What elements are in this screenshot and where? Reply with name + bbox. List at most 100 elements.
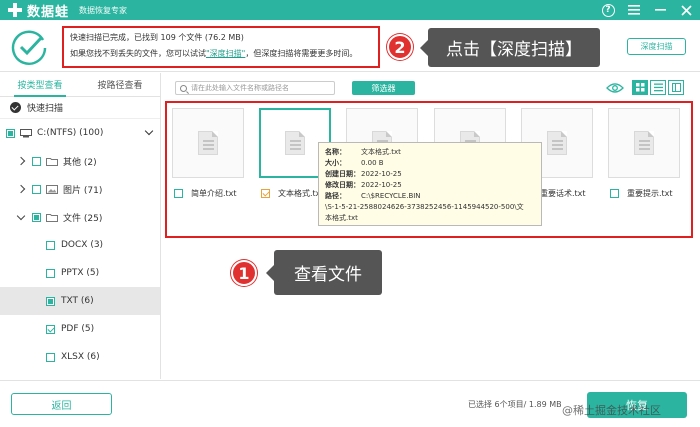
minimize-icon[interactable] — [652, 2, 668, 18]
drive-icon — [20, 128, 32, 137]
documents-checkbox[interactable] — [32, 212, 41, 222]
scan-summary-box: 快速扫描已完成，已找到 109 个文件 (76.2 MB) 如果您找不到丢失的文… — [62, 26, 380, 68]
xlsx-checkbox[interactable] — [46, 352, 55, 362]
tree-item-pptx[interactable]: PPTX (5) — [0, 259, 160, 287]
file-thumbnail[interactable] — [608, 108, 680, 178]
annotation-badge-1: 1 — [231, 260, 257, 286]
tree-item-images[interactable]: 图片 (71) — [0, 175, 160, 203]
file-name: 简单介绍.txt — [191, 189, 237, 198]
tree-item-label: PDF (5) — [61, 324, 95, 334]
tree-item-label: XLSX (6) — [61, 352, 100, 362]
tree-item-label: DOCX (3) — [61, 240, 104, 250]
tree-item-c-drive[interactable]: C:(NTFS) (100) — [0, 119, 160, 147]
back-button[interactable]: 返回 — [11, 393, 112, 415]
annotation-badge-2: 2 — [387, 34, 413, 60]
app-subtitle: 数据恢复专家 — [79, 5, 128, 15]
help-icon[interactable]: ? — [600, 2, 616, 18]
file-checkbox[interactable] — [174, 189, 183, 198]
text-file-icon — [634, 131, 654, 155]
tree-item-label: C:(NTFS) (100) — [37, 128, 104, 138]
tooltip-path-line2: \S-1-5-21-2588024626-3738252456-11459445… — [325, 203, 524, 211]
tooltip-created-key: 创建日期： — [325, 170, 360, 178]
app-logo-icon — [8, 3, 22, 17]
grid-view-icon — [635, 83, 644, 92]
menu-icon[interactable] — [626, 2, 642, 18]
other-checkbox[interactable] — [32, 156, 41, 166]
annotation-callout-deep-scan: 点击【深度扫描】 — [420, 28, 600, 67]
file-name: 重要提示.txt — [627, 189, 673, 198]
tooltip-created-value: 2022-10-25 — [361, 170, 402, 178]
tree-item-label: 图片 (71) — [63, 185, 103, 196]
filter-button[interactable]: 筛选器 — [352, 81, 415, 95]
pdf-checkbox[interactable] — [46, 324, 55, 334]
detail-view-button[interactable] — [668, 80, 684, 95]
tooltip-size-value: 0.00 B — [361, 159, 384, 167]
file-card[interactable]: 重要提示.txt — [608, 108, 682, 204]
file-checkbox[interactable] — [261, 189, 270, 198]
file-info-tooltip: 名称： 文本格式.txt 大小： 0.00 B 创建日期： 2022-10-25 修改… — [318, 142, 542, 226]
txt-checkbox[interactable] — [46, 296, 55, 306]
grid-view-button[interactable] — [632, 80, 648, 95]
text-file-icon — [285, 131, 305, 155]
quick-scan-check-icon — [10, 102, 21, 113]
c-drive-checkbox[interactable] — [6, 128, 15, 138]
tree-item-pdf[interactable]: PDF (5) — [0, 315, 160, 343]
close-icon[interactable] — [678, 2, 694, 18]
quick-scan-header[interactable]: 快速扫描 — [0, 97, 160, 119]
expand-caret-icon[interactable] — [16, 156, 26, 166]
text-file-icon — [198, 131, 218, 155]
scan-summary-text: 快速扫描已完成，已找到 109 个文件 (76.2 MB) — [70, 33, 244, 42]
list-view-icon — [653, 83, 663, 92]
tree-item-label: TXT (6) — [61, 296, 94, 306]
annotation-callout-view-files: 查看文件 — [266, 250, 382, 295]
app-name: 数据蛙 — [27, 4, 70, 20]
tooltip-modified-value: 2022-10-25 — [361, 181, 402, 189]
tooltip-path-line3: 本格式.txt — [325, 214, 358, 222]
search-placeholder: 请在此处输入文件名称或路径名 — [191, 84, 289, 92]
tree-item-txt[interactable]: TXT (6) — [0, 287, 160, 315]
tab-by-type[interactable]: 按类型查看 — [0, 73, 80, 97]
tooltip-name-value: 文本格式.txt — [361, 148, 401, 156]
deep-scan-link[interactable]: "深度扫描" — [206, 49, 245, 58]
deep-scan-hint: 如果您找不到丢失的文件，您可以试试"深度扫描"，但深度扫描将需要更多时间。 — [70, 49, 358, 58]
search-icon — [180, 84, 187, 92]
image-icon — [46, 184, 58, 194]
text-file-icon — [547, 131, 567, 155]
images-checkbox[interactable] — [32, 184, 41, 194]
file-thumbnail[interactable] — [172, 108, 244, 178]
file-card[interactable]: 简单介绍.txt — [172, 108, 246, 204]
document-folder-icon — [46, 213, 58, 222]
deep-scan-button[interactable]: 深度扫描 — [627, 38, 686, 55]
tree-item-xlsx[interactable]: XLSX (6) — [0, 343, 160, 371]
scan-complete-check-icon — [11, 30, 47, 65]
tooltip-size-key: 大小： — [325, 159, 346, 167]
tooltip-modified-key: 修改日期： — [325, 181, 360, 189]
tab-by-path[interactable]: 按路径查看 — [80, 73, 160, 96]
watermark: @稀土掘金技术社区 — [562, 404, 661, 417]
tooltip-path-value: C:\$RECYCLE.BIN — [361, 192, 421, 200]
list-view-button[interactable] — [650, 80, 666, 95]
tooltip-path-key: 路径： — [325, 192, 346, 200]
preview-eye-icon[interactable] — [606, 82, 624, 94]
category-sidebar: 按类型查看 按路径查看 快速扫描 C:(NTFS) (100) 其他 (2) 图… — [0, 73, 161, 379]
tree-item-label: 文件 (25) — [63, 213, 103, 224]
file-name: 重要话术.txt — [540, 189, 586, 198]
tree-item-docx[interactable]: DOCX (3) — [0, 231, 160, 259]
file-name: 文本格式.txt — [278, 189, 324, 198]
detail-view-icon — [671, 83, 681, 92]
tree-item-documents[interactable]: 文件 (25) — [0, 203, 160, 231]
expand-caret-icon[interactable] — [16, 184, 26, 194]
file-checkbox[interactable] — [610, 189, 619, 198]
folder-icon — [46, 157, 58, 166]
selection-status: 已选择 6个项目/ 1.89 MB — [468, 400, 562, 409]
collapse-caret-icon[interactable] — [16, 211, 26, 220]
pptx-checkbox[interactable] — [46, 268, 55, 278]
tree-item-label: PPTX (5) — [61, 268, 100, 278]
title-bar: 数据蛙 数据恢复专家 ? — [0, 0, 700, 20]
tooltip-name-key: 名称： — [325, 148, 346, 156]
docx-checkbox[interactable] — [46, 240, 55, 250]
quick-scan-label: 快速扫描 — [27, 104, 64, 114]
search-input[interactable]: 请在此处输入文件名称或路径名 — [175, 81, 335, 95]
tree-item-other[interactable]: 其他 (2) — [0, 147, 160, 175]
tree-item-label: 其他 (2) — [63, 157, 97, 168]
